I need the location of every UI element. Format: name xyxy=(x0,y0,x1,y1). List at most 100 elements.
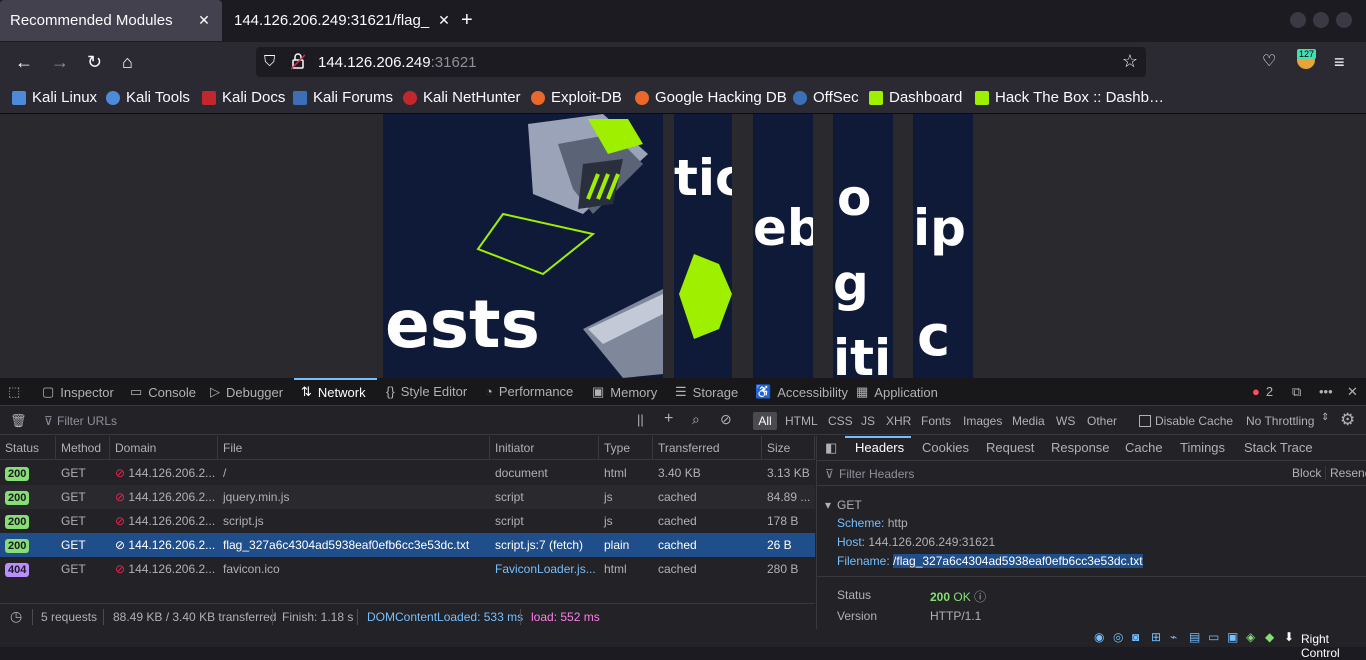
filter-images[interactable]: Images xyxy=(963,414,1002,428)
tab-stack-trace[interactable]: Stack Trace xyxy=(1244,436,1313,460)
tab-debugger[interactable]: ▷ Debugger xyxy=(210,384,283,400)
recording-icon[interactable]: ▣ xyxy=(1227,630,1238,644)
performance-analysis-icon[interactable]: ◷ xyxy=(10,608,22,625)
block-icon[interactable]: ⊘ xyxy=(720,411,732,428)
trash-icon[interactable]: 🗑 xyxy=(10,413,27,429)
shared-folder-icon[interactable]: ▤ xyxy=(1189,630,1200,644)
tab-accessibility[interactable]: ♿ Accessibility xyxy=(755,384,848,400)
resend-button[interactable]: Resend xyxy=(1325,466,1366,480)
usb-icon[interactable]: ⌁ xyxy=(1170,630,1177,644)
network-adapter-icon[interactable]: ⊞ xyxy=(1151,630,1161,644)
pause-icon[interactable]: || xyxy=(637,412,644,427)
tab-application[interactable]: ▦ Application xyxy=(856,384,938,400)
bookmark-google-hacking-db[interactable]: Google Hacking DB xyxy=(635,89,787,106)
bookmark-hack-the-box[interactable]: Hack The Box :: Dashb… xyxy=(975,89,1164,106)
toggle-sidebar-icon[interactable]: ◧ xyxy=(825,436,837,460)
settings-gear-icon[interactable]: ⚙ xyxy=(1340,410,1355,430)
tab-console[interactable]: ▭ Console xyxy=(130,384,196,400)
tab-cookies[interactable]: Cookies xyxy=(922,436,969,460)
bookmark-exploit-db[interactable]: Exploit-DB xyxy=(531,89,622,106)
url-bar[interactable]: ⛉ 144.126.206.249:31621 ☆ xyxy=(256,47,1146,77)
tab-performance[interactable]: ◔ Performance xyxy=(485,384,573,399)
tab-cache[interactable]: Cache xyxy=(1125,436,1163,460)
table-row[interactable]: 200 GET ⊘ 144.126.206.2... / document ht… xyxy=(0,461,815,485)
col-transferred[interactable]: Transferred xyxy=(653,436,762,460)
filter-html[interactable]: HTML xyxy=(785,414,818,428)
guest-additions-icon[interactable]: ◈ xyxy=(1246,630,1255,644)
tab-storage[interactable]: ☰ Storage xyxy=(675,384,738,400)
new-tab-icon[interactable]: + xyxy=(461,9,473,32)
filter-fonts[interactable]: Fonts xyxy=(921,414,951,428)
table-row[interactable]: 200 GET ⊘ 144.126.206.2... jquery.min.js… xyxy=(0,485,815,509)
pocket-icon[interactable]: ♡ xyxy=(1262,52,1276,72)
col-domain[interactable]: Domain xyxy=(110,436,218,460)
error-count[interactable]: ● 2 xyxy=(1252,384,1273,399)
filter-headers-input[interactable]: Filter Headers xyxy=(839,467,914,481)
col-method[interactable]: Method xyxy=(56,436,110,460)
tab-style-editor[interactable]: {} Style Editor xyxy=(386,384,467,399)
col-initiator[interactable]: Initiator xyxy=(490,436,599,460)
dock-icon[interactable]: ⧉ xyxy=(1292,384,1301,400)
tab-request[interactable]: Request xyxy=(986,436,1034,460)
filter-other[interactable]: Other xyxy=(1087,414,1117,428)
filename-value[interactable]: /flag_327a6c4304ad5938eaf0efb6cc3e53dc.t… xyxy=(893,554,1143,568)
filter-ws[interactable]: WS xyxy=(1056,414,1075,428)
tab-timings[interactable]: Timings xyxy=(1180,436,1225,460)
minimize-icon[interactable] xyxy=(1290,12,1306,28)
filter-urls-input[interactable]: Filter URLs xyxy=(57,414,117,428)
display-icon[interactable]: ▭ xyxy=(1208,630,1219,644)
close-tab-icon[interactable]: ✕ xyxy=(196,12,212,28)
shield-icon[interactable]: ⛉ xyxy=(264,53,275,70)
close-window-icon[interactable] xyxy=(1336,12,1352,28)
tab-headers[interactable]: Headers xyxy=(855,436,904,460)
col-type[interactable]: Type xyxy=(599,436,653,460)
keyboard-arrow-icon[interactable]: ⬇ xyxy=(1284,630,1294,644)
filter-all[interactable]: All xyxy=(753,412,777,430)
table-row[interactable]: 404 GET ⊘ 144.126.206.2... favicon.ico F… xyxy=(0,557,815,581)
pick-element-icon[interactable]: ⬚ xyxy=(8,384,20,400)
close-tab-icon[interactable]: ✕ xyxy=(436,12,452,28)
tab-inspector[interactable]: ▢ Inspector xyxy=(42,384,114,400)
col-status[interactable]: Status xyxy=(0,436,56,460)
bookmark-offsec[interactable]: OffSec xyxy=(793,89,859,106)
bookmark-kali-docs[interactable]: Kali Docs xyxy=(202,89,285,106)
search-icon[interactable]: ⌕ xyxy=(692,411,700,428)
lock-insecure-icon[interactable] xyxy=(290,52,306,73)
col-file[interactable]: File xyxy=(218,436,490,460)
bookmark-dashboard[interactable]: Dashboard xyxy=(869,89,962,106)
maximize-icon[interactable] xyxy=(1313,12,1329,28)
audio-icon[interactable]: ◙ xyxy=(1132,630,1139,644)
disable-cache-checkbox[interactable] xyxy=(1139,415,1151,427)
col-size[interactable]: Size xyxy=(762,436,815,460)
table-row-selected[interactable]: 200 GET ⊘ 144.126.206.2... flag_327a6c43… xyxy=(0,533,815,557)
filter-xhr[interactable]: XHR xyxy=(886,414,911,428)
bookmark-kali-forums[interactable]: Kali Forums xyxy=(293,89,393,106)
help-icon[interactable]: ⓘ xyxy=(974,590,986,604)
menu-icon[interactable]: ≡ xyxy=(1334,52,1345,72)
tab-flag[interactable]: 144.126.206.249:31621/flag_ ✕ xyxy=(224,0,454,41)
more-options-icon[interactable]: ••• xyxy=(1319,384,1333,399)
cpu-icon[interactable]: ◆ xyxy=(1265,630,1274,644)
bookmark-kali-tools[interactable]: Kali Tools xyxy=(106,89,190,106)
optical-drive-icon[interactable]: ◎ xyxy=(1113,630,1123,644)
home-icon[interactable]: ⌂ xyxy=(122,52,133,72)
collapse-arrow-icon[interactable]: ▾ xyxy=(825,498,831,512)
disk-icon[interactable]: ◉ xyxy=(1094,630,1104,644)
reload-icon[interactable]: ↻ xyxy=(87,52,102,72)
tab-network[interactable]: ⇅ Network xyxy=(301,384,366,400)
filter-css[interactable]: CSS xyxy=(828,414,853,428)
bookmark-star-icon[interactable]: ☆ xyxy=(1122,51,1138,72)
throttling-select[interactable]: No Throttling xyxy=(1246,414,1314,428)
cell-initiator-link[interactable]: FaviconLoader.js... xyxy=(490,557,599,581)
table-row[interactable]: 200 GET ⊘ 144.126.206.2... script.js scr… xyxy=(0,509,815,533)
tab-memory[interactable]: ▣ Memory xyxy=(592,384,657,400)
close-devtools-icon[interactable]: ✕ xyxy=(1347,384,1358,400)
tab-recommended-modules[interactable]: Recommended Modules ✕ xyxy=(0,0,222,41)
tab-response[interactable]: Response xyxy=(1051,436,1110,460)
block-button[interactable]: Block xyxy=(1292,466,1321,480)
filter-js[interactable]: JS xyxy=(861,414,875,428)
filter-media[interactable]: Media xyxy=(1012,414,1045,428)
bookmark-kali-linux[interactable]: Kali Linux xyxy=(12,89,97,106)
bookmark-kali-nethunter[interactable]: Kali NetHunter xyxy=(403,89,521,106)
add-icon[interactable]: + xyxy=(664,410,673,428)
